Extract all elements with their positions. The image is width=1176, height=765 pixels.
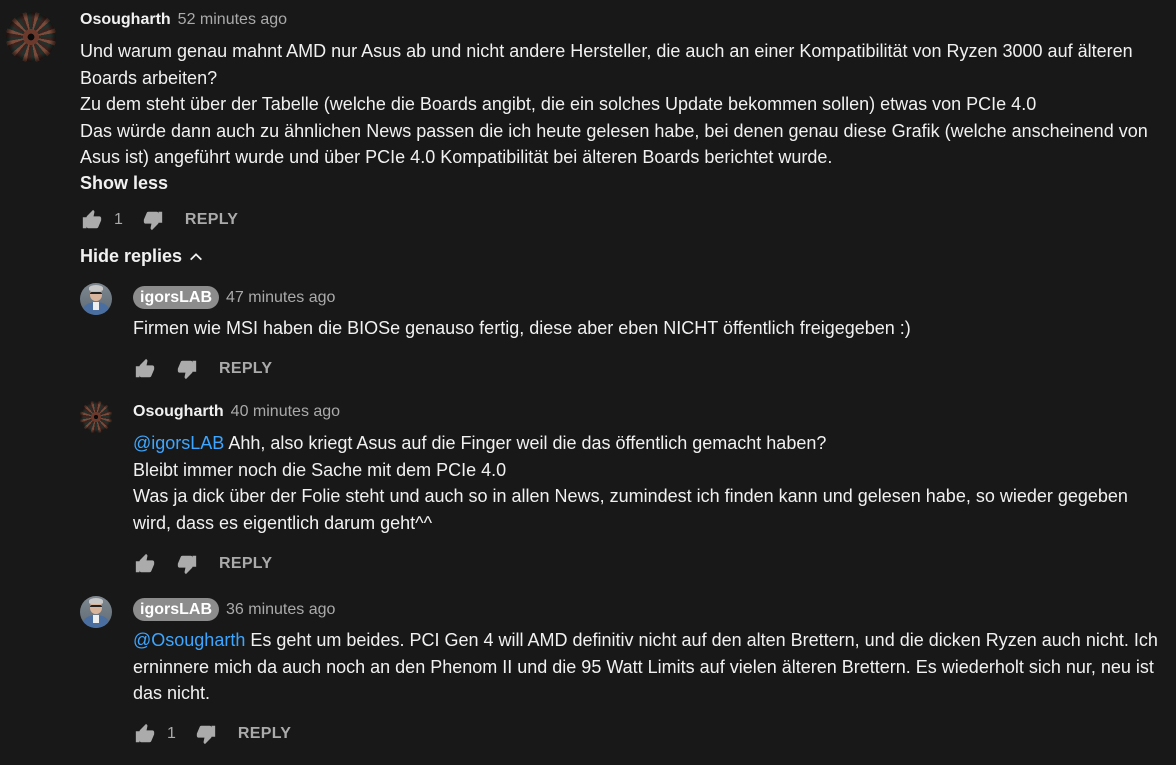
- like-count: 1: [167, 725, 176, 742]
- reply-button[interactable]: REPLY: [238, 725, 291, 743]
- reply-time[interactable]: 40 minutes ago: [231, 403, 340, 421]
- reply-header: igorsLAB 36 minutes ago: [133, 598, 335, 621]
- like-count: 1: [114, 211, 123, 228]
- hide-replies-button[interactable]: Hide replies: [80, 246, 204, 267]
- thumb-down-icon[interactable]: [141, 208, 165, 232]
- reply-time[interactable]: 47 minutes ago: [226, 289, 335, 307]
- thumb-down-icon[interactable]: [194, 722, 218, 746]
- reply-line-text: Es geht um beides. PCI Gen 4 will AMD de…: [133, 630, 1158, 703]
- thumb-up-icon[interactable]: [80, 208, 104, 232]
- reply-line-text: Ahh, also kriegt Asus auf die Finger wei…: [228, 433, 827, 453]
- reply-text: Firmen wie MSI haben die BIOSe genauso f…: [133, 315, 1158, 342]
- reply-header: Osougharth 40 minutes ago: [133, 403, 340, 421]
- comment-author[interactable]: Osougharth: [80, 11, 171, 29]
- reply-actions: REPLY: [133, 552, 272, 576]
- avatar[interactable]: [80, 596, 112, 628]
- avatar[interactable]: [6, 12, 56, 62]
- reply-line: @igorsLAB Ahh, also kriegt Asus auf die …: [133, 430, 1163, 457]
- reply-text: @Osougharth Es geht um beides. PCI Gen 4…: [133, 627, 1163, 707]
- thumb-up-icon[interactable]: [133, 357, 157, 381]
- comment-text: Und warum genau mahnt AMD nur Asus ab un…: [80, 38, 1155, 171]
- thumb-up-icon[interactable]: [133, 552, 157, 576]
- comment-time[interactable]: 52 minutes ago: [178, 11, 287, 29]
- reply-line: Firmen wie MSI haben die BIOSe genauso f…: [133, 318, 911, 338]
- reply-line: Was ja dick über der Folie steht und auc…: [133, 486, 1128, 533]
- mention-link[interactable]: @Osougharth: [133, 630, 245, 650]
- hide-replies-label: Hide replies: [80, 246, 183, 266]
- thumb-down-icon[interactable]: [175, 357, 199, 381]
- avatar[interactable]: [80, 401, 112, 433]
- reply-button[interactable]: REPLY: [185, 211, 238, 229]
- reply-author[interactable]: Osougharth: [133, 403, 224, 421]
- reply-button[interactable]: REPLY: [219, 555, 272, 573]
- reply-button[interactable]: REPLY: [219, 360, 272, 378]
- thumb-down-icon[interactable]: [175, 552, 199, 576]
- mention-link[interactable]: @igorsLAB: [133, 433, 224, 453]
- thumb-up-icon[interactable]: [133, 722, 157, 746]
- chevron-up-icon: [190, 252, 202, 260]
- comments-section: Osougharth 52 minutes ago Und warum gena…: [0, 0, 1176, 765]
- reply-actions: 1 REPLY: [133, 722, 291, 746]
- comment-line: Das würde dann auch zu ähnlichen News pa…: [80, 120, 1148, 168]
- comment-header: Osougharth 52 minutes ago: [80, 11, 287, 29]
- reply-line: @Osougharth Es geht um beides. PCI Gen 4…: [133, 627, 1163, 707]
- comment-line: Und warum genau mahnt AMD nur Asus ab un…: [80, 41, 1133, 88]
- comment-actions: 1 REPLY: [80, 208, 238, 232]
- reply-line: Bleibt immer noch die Sache mit dem PCIe…: [133, 459, 507, 480]
- channel-owner-badge[interactable]: igorsLAB: [133, 286, 219, 309]
- reply-time[interactable]: 36 minutes ago: [226, 601, 335, 619]
- comment-line: Zu dem steht über der Tabelle (welche di…: [80, 94, 1037, 114]
- channel-owner-badge[interactable]: igorsLAB: [133, 598, 219, 621]
- show-less-button[interactable]: Show less: [80, 173, 168, 194]
- reply-header: igorsLAB 47 minutes ago: [133, 286, 335, 309]
- reply-text: @igorsLAB Ahh, also kriegt Asus auf die …: [133, 430, 1163, 536]
- reply-actions: REPLY: [133, 357, 272, 381]
- avatar[interactable]: [80, 283, 112, 315]
